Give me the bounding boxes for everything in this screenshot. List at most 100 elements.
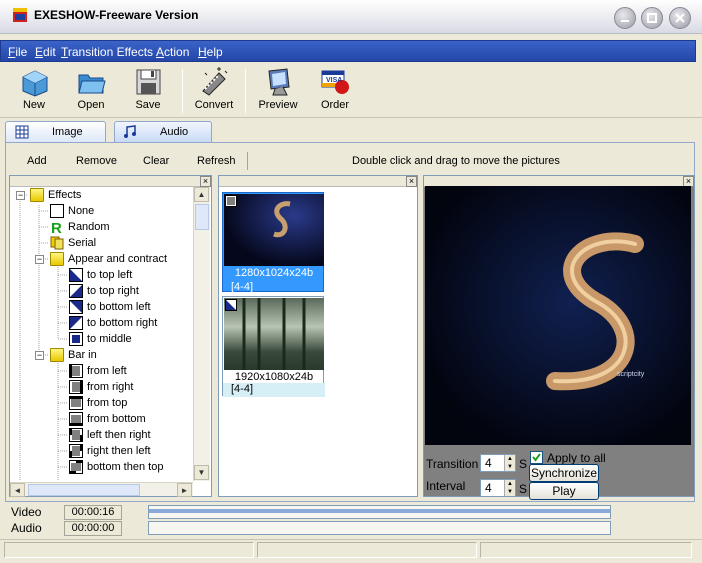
menu-help[interactable]: Help <box>198 45 223 59</box>
video-time: 00:00:16 <box>64 505 122 520</box>
tree-item-from-top[interactable]: from top <box>69 396 127 412</box>
tree-item-effects[interactable]: Effects <box>30 188 81 204</box>
apply-to-all-checkbox[interactable] <box>530 451 543 464</box>
tree-item-appear-and-contract[interactable]: Appear and contract <box>50 252 167 268</box>
remove-button[interactable]: Remove <box>76 155 117 167</box>
effects-tree: − Effects None R Random Serial − Appear a… <box>10 187 193 481</box>
thumbnail-image <box>224 194 324 266</box>
preview-button[interactable]: Preview <box>255 65 301 115</box>
transition-stepper[interactable]: 4 ▲ ▼ <box>480 454 516 472</box>
menu-edit[interactable]: Edit <box>35 45 56 59</box>
effect-top-left-icon <box>225 299 237 311</box>
folder-icon <box>30 188 44 202</box>
tree-item-from-right[interactable]: from right <box>69 380 133 396</box>
stepper-arrows-icon[interactable]: ▲ ▼ <box>504 455 515 471</box>
scroll-right-icon[interactable]: ► <box>177 483 192 497</box>
bars-right-icon <box>69 380 83 394</box>
tree-item-bar-in[interactable]: Bar in <box>50 348 97 364</box>
tree-item-to-middle[interactable]: to middle <box>69 332 132 348</box>
timeline: Video 00:00:16 Audio 00:00:00 <box>5 503 695 537</box>
open-folder-icon <box>76 67 106 97</box>
tree-item-serial[interactable]: Serial <box>50 236 96 252</box>
panel-close-icon[interactable]: × <box>200 176 211 187</box>
tree-item-from-left[interactable]: from left <box>69 364 127 380</box>
interval-unit: S <box>519 482 528 496</box>
clear-button[interactable]: Clear <box>143 155 169 167</box>
tree-collapse-appear[interactable]: − <box>35 255 44 264</box>
thumbnail-image <box>224 298 324 370</box>
floppy-disk-icon <box>133 67 163 97</box>
status-bar <box>0 539 702 563</box>
interval-label: Interval <box>426 479 466 493</box>
tree-horizontal-scrollbar[interactable]: ◄ ► <box>10 482 193 497</box>
serial-icon <box>50 236 64 250</box>
tab-audio[interactable]: Audio <box>114 121 212 142</box>
tree-item-to-top-left[interactable]: to top left <box>69 268 132 284</box>
panel-header <box>219 176 417 187</box>
effect-top-left-icon <box>69 268 83 282</box>
scroll-down-icon[interactable]: ▼ <box>194 465 209 480</box>
convert-button[interactable]: Convert <box>191 65 237 115</box>
stepper-arrows-icon[interactable]: ▲ ▼ <box>504 480 515 496</box>
video-track[interactable] <box>148 505 611 519</box>
tree-item-from-bottom[interactable]: from bottom <box>69 412 146 428</box>
tree-item-to-bottom-right[interactable]: to bottom right <box>69 316 157 332</box>
thumbnail-panel: × 1280x1024x24b [4-4] 1920x1080x24b [4-4… <box>218 175 418 497</box>
app-icon <box>12 7 28 23</box>
tree-collapse-effects[interactable]: − <box>16 191 25 200</box>
scroll-up-icon[interactable]: ▲ <box>194 187 209 202</box>
bars-left-icon <box>69 364 83 378</box>
interval-stepper[interactable]: 4 ▲ ▼ <box>480 479 516 497</box>
scroll-thumb[interactable] <box>195 204 209 230</box>
tree-item-random[interactable]: R Random <box>50 220 110 237</box>
panel-header <box>10 176 211 187</box>
visa-card-icon: VISA <box>320 67 350 97</box>
scroll-left-icon[interactable]: ◄ <box>10 483 25 497</box>
audio-time: 00:00:00 <box>64 521 122 536</box>
svg-text:scriptcity: scriptcity <box>617 371 645 378</box>
picture-toolbar: Add Remove Clear Refresh <box>6 150 694 172</box>
svg-text:VISA: VISA <box>326 77 342 84</box>
minimize-button[interactable] <box>614 7 636 29</box>
bars-bottom-top-icon <box>69 460 83 474</box>
tree-item-none[interactable]: None <box>50 204 94 220</box>
thumbnail-item[interactable]: 1280x1024x24b [4-4] <box>222 192 324 293</box>
audio-track[interactable] <box>148 521 611 535</box>
subtoolbar-separator <box>247 152 248 170</box>
thumbnail-item[interactable]: 1920x1080x24b [4-4] <box>222 296 325 397</box>
title-bar[interactable]: EXESHOW-Freeware Version <box>0 0 702 34</box>
toolbar-separator <box>182 69 183 113</box>
bars-right-left-icon <box>69 444 83 458</box>
menu-action[interactable]: Action <box>156 45 189 59</box>
panel-close-icon[interactable]: × <box>406 176 417 187</box>
folder-icon <box>50 348 64 362</box>
tree-item-bottom-then-top[interactable]: bottom then top <box>69 460 163 476</box>
toolbar-separator <box>245 69 246 113</box>
effect-bottom-right-icon <box>69 316 83 330</box>
play-button[interactable]: Play <box>529 482 599 500</box>
open-button[interactable]: Open <box>68 65 114 115</box>
bars-top-icon <box>225 195 237 207</box>
tab-image[interactable]: Image <box>5 121 106 142</box>
hscroll-thumb[interactable] <box>28 484 140 496</box>
tree-item-left-then-right[interactable]: left then right <box>69 428 151 444</box>
menu-bar: File Edit Transition Effects Action Help <box>0 40 696 62</box>
tree-item-to-bottom-left[interactable]: to bottom left <box>69 300 151 316</box>
tab-strip: Image Audio <box>0 118 702 142</box>
menu-transition-effects[interactable]: Transition Effects <box>61 45 153 59</box>
close-button[interactable] <box>669 7 691 29</box>
bars-left-right-icon <box>69 428 83 442</box>
save-button[interactable]: Save <box>125 65 171 115</box>
add-button[interactable]: Add <box>27 155 47 167</box>
maximize-button[interactable] <box>641 7 663 29</box>
tree-collapse-bar-in[interactable]: − <box>35 351 44 360</box>
menu-file[interactable]: File <box>8 45 27 59</box>
tree-vertical-scrollbar[interactable]: ▲ ▼ <box>193 187 210 481</box>
tree-item-right-then-left[interactable]: right then left <box>69 444 151 460</box>
refresh-button[interactable]: Refresh <box>197 155 236 167</box>
synchronize-button[interactable]: Synchronize <box>529 464 599 482</box>
order-button[interactable]: VISA Order <box>312 65 358 115</box>
tree-item-to-top-right[interactable]: to top right <box>69 284 139 300</box>
effect-middle-icon <box>69 332 83 346</box>
new-button[interactable]: New <box>11 65 57 115</box>
